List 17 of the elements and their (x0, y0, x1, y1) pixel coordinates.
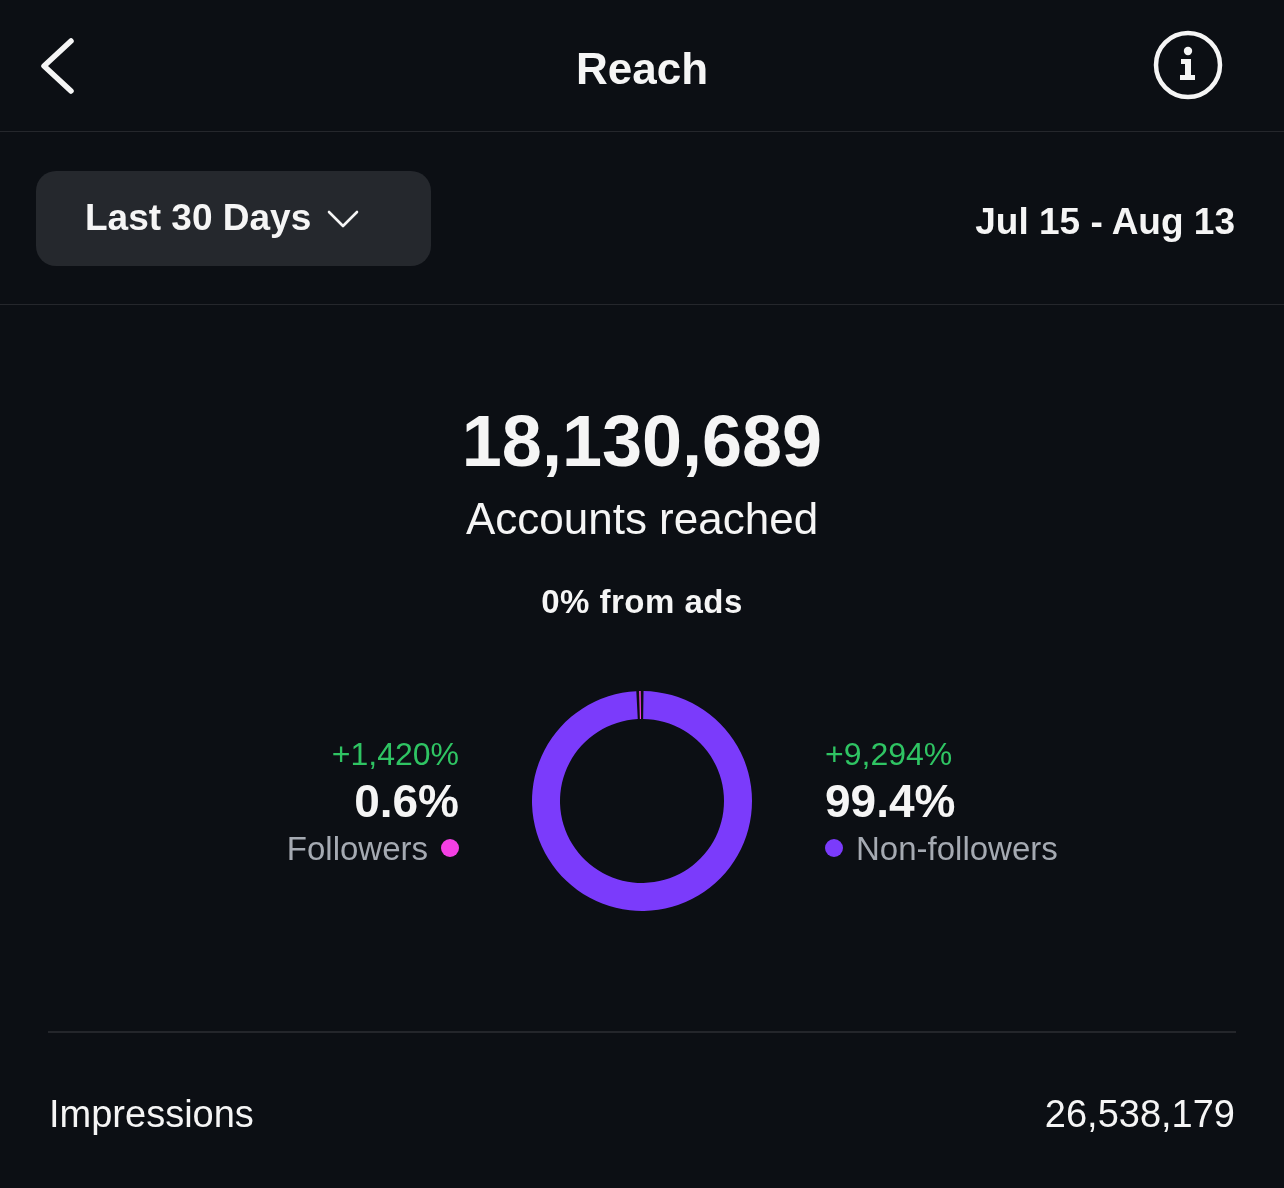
info-icon[interactable] (1153, 29, 1223, 100)
share-percent: 0.6% (354, 777, 459, 825)
metric-label: Impressions (49, 1092, 254, 1138)
page-title: Reach (575, 44, 709, 95)
change-percent: +1,420% (331, 734, 459, 774)
reach-label: Accounts reached (465, 493, 819, 545)
period-dropdown[interactable]: Last 30 Days (36, 170, 431, 266)
chevron-down-icon (327, 210, 360, 228)
legend-label: Followers (286, 828, 428, 869)
metric-value: 26,538,179 (1044, 1092, 1235, 1138)
legend-label: Non-followers (856, 828, 1058, 869)
reach-total: 18,130,689 (461, 405, 823, 477)
back-icon[interactable] (39, 36, 75, 95)
change-percent: +9,294% (825, 734, 953, 774)
share-percent: 99.4% (825, 777, 956, 825)
ads-share: 0% from ads (541, 581, 743, 622)
date-range: Jul 15 - Aug 13 (975, 201, 1235, 243)
